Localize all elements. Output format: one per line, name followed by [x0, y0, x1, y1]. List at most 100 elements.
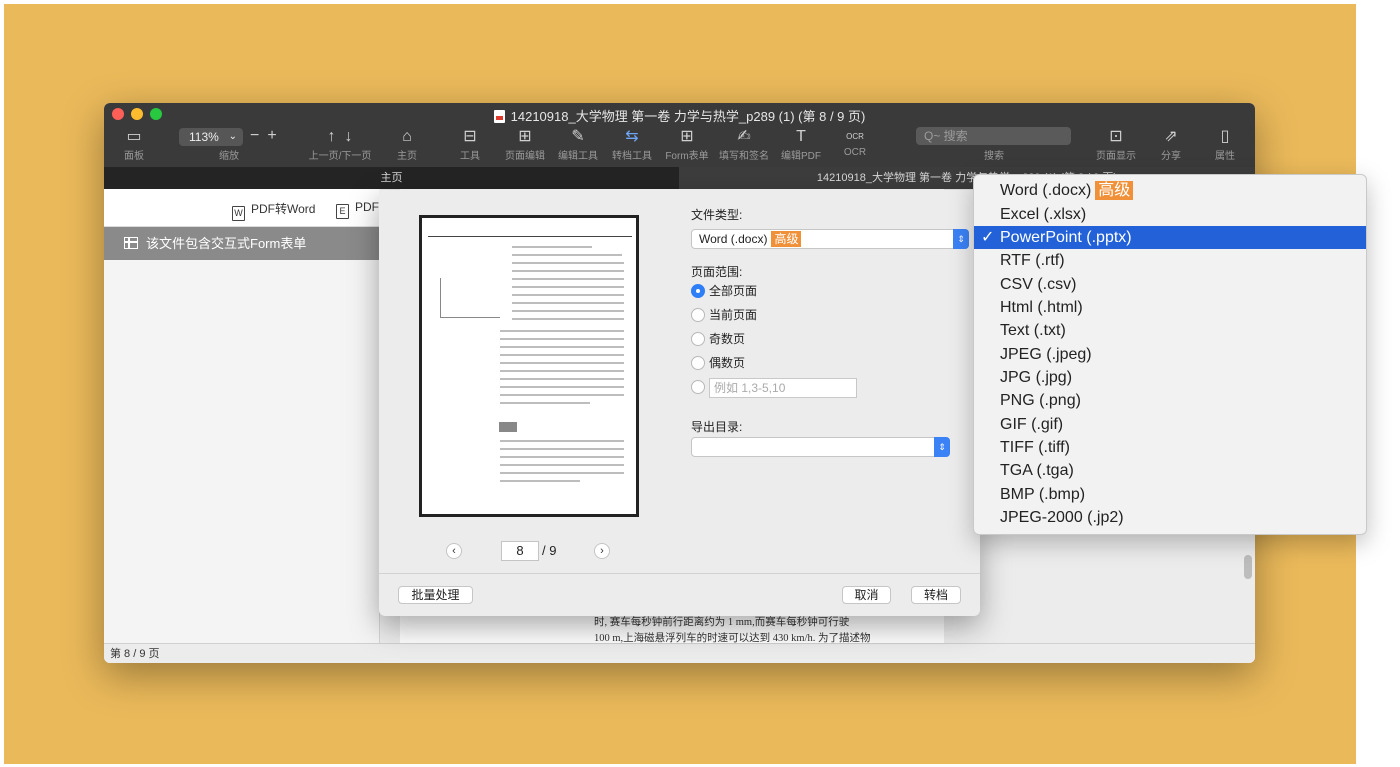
range-odd-pages[interactable]: 奇数页 [691, 330, 745, 347]
table-icon: ⊞ [680, 128, 694, 145]
excel-file-icon: E [336, 204, 349, 219]
radio-selected-icon [691, 284, 705, 298]
home-icon: ⌂ [402, 128, 412, 145]
option-label: CSV (.csv) [1000, 276, 1077, 293]
properties-button[interactable]: ▯ 属性 [1210, 127, 1240, 162]
batch-process-button[interactable]: 批量处理 [398, 586, 473, 604]
edit-pdf-button[interactable]: T 编辑PDF [778, 127, 824, 162]
range-option-label: 偶数页 [709, 356, 746, 370]
range-even-pages[interactable]: 偶数页 [691, 354, 745, 371]
tab-home[interactable]: 主页 [104, 167, 679, 189]
dropdown-option-bmp[interactable]: BMP (.bmp) [974, 483, 1366, 506]
export-dir-select[interactable]: ⇕ [691, 437, 950, 457]
export-dir-label: 导出目录: [691, 420, 743, 434]
properties-panel-icon: ▯ [1220, 128, 1230, 145]
edit-tools-button[interactable]: ✎ 编辑工具 [556, 127, 600, 162]
page-edit-button[interactable]: ⊞ 页面编辑 [503, 127, 547, 162]
zoom-in-button[interactable]: + [267, 127, 284, 144]
properties-label: 属性 [1215, 151, 1235, 162]
file-type-select[interactable]: Word (.docx) 高级 ⇕ [691, 229, 969, 249]
cancel-button[interactable]: 取消 [842, 586, 891, 604]
thumb-text [512, 294, 624, 296]
page-info: 第 8 / 9 页 [110, 648, 160, 660]
dropdown-option-jpeg2000[interactable]: JPEG-2000 (.jp2) [974, 506, 1366, 529]
option-label: GIF (.gif) [1000, 416, 1064, 433]
dropdown-option-gif[interactable]: GIF (.gif) [974, 413, 1366, 436]
zoom-select[interactable]: 113% ⌄ [179, 128, 243, 146]
edit-tools-label: 编辑工具 [558, 151, 598, 162]
thumb-text [500, 394, 624, 396]
thumb-text [500, 330, 624, 332]
option-label: Html (.html) [1000, 299, 1083, 316]
fill-sign-button[interactable]: ✍ 填写和签名 [716, 127, 772, 162]
option-label: Word (.docx) [1000, 182, 1092, 199]
thumb-text [512, 278, 624, 280]
prev-next-page-button[interactable]: ↑ ↓ 上一页/下一页 [304, 127, 376, 162]
page-display-button[interactable]: ⊡ 页面显示 [1094, 127, 1138, 162]
option-label: Excel (.xlsx) [1000, 206, 1087, 223]
dropdown-option-rtf[interactable]: RTF (.rtf) [974, 249, 1366, 272]
share-label: 分享 [1161, 151, 1181, 162]
file-type-value: Word (.docx) [699, 232, 768, 246]
range-all-pages[interactable]: 全部页面 [691, 282, 757, 299]
pdf-to-word-label: PDF转Word [251, 202, 316, 216]
pdf-to-word-button[interactable]: W PDF转Word [232, 200, 315, 221]
dropdown-option-jpeg[interactable]: JPEG (.jpeg) [974, 343, 1366, 366]
zoom-out-button[interactable]: − [250, 127, 267, 144]
search-input[interactable]: Q~ 搜索 [916, 127, 1071, 145]
thumb-text [500, 338, 624, 340]
file-type-dropdown: Word (.docx) 高级 Excel (.xlsx) ✓ PowerPoint… [973, 174, 1367, 535]
thumb-text [500, 448, 624, 450]
prev-page-button[interactable]: ‹ [446, 543, 462, 559]
radio-icon [691, 356, 705, 370]
option-label: TGA (.tga) [1000, 462, 1074, 479]
dropdown-option-powerpoint[interactable]: ✓ PowerPoint (.pptx) [974, 226, 1366, 249]
dropdown-option-jpg[interactable]: JPG (.jpg) [974, 366, 1366, 389]
page-display-label: 页面显示 [1096, 151, 1136, 162]
dropdown-option-tga[interactable]: TGA (.tga) [974, 459, 1366, 482]
premium-badge: 高级 [771, 231, 802, 247]
thumb-section-marker [499, 422, 517, 432]
dropdown-option-text[interactable]: Text (.txt) [974, 319, 1366, 342]
dropdown-option-csv[interactable]: CSV (.csv) [974, 273, 1366, 296]
range-custom[interactable] [691, 380, 709, 394]
custom-range-input[interactable]: 例如 1,3-5,10 [709, 378, 857, 398]
page-edit-label: 页面编辑 [505, 151, 545, 162]
thumb-text [512, 254, 622, 256]
panel-label: 面板 [124, 151, 144, 162]
vertical-scrollbar[interactable] [1244, 555, 1252, 579]
pdf-to-excel-button[interactable]: E PDF [336, 200, 379, 219]
window-title-text: 14210918_大学物理 第一卷 力学与热学_p289 (1) (第 8 / … [510, 109, 866, 124]
dropdown-option-tiff[interactable]: TIFF (.tiff) [974, 436, 1366, 459]
home-button[interactable]: ⌂ 主页 [391, 127, 423, 162]
dropdown-option-excel[interactable]: Excel (.xlsx) [974, 203, 1366, 226]
page-number-input[interactable]: 8 [501, 541, 539, 561]
convert-tools-button[interactable]: ⇆ 转档工具 [610, 127, 654, 162]
dropdown-option-png[interactable]: PNG (.png) [974, 389, 1366, 412]
thumb-text [512, 246, 592, 248]
sidebar: W PDF转Word E PDF 该文件包含交互式Form表单 [104, 189, 380, 647]
thumb-text [500, 346, 624, 348]
thumb-text [512, 286, 624, 288]
panel-button[interactable]: ▭ 面板 [112, 127, 156, 162]
dropdown-option-html[interactable]: Html (.html) [974, 296, 1366, 319]
tools-button[interactable]: ⊟ 工具 [454, 127, 486, 162]
page-display-icon: ⊡ [1109, 128, 1123, 145]
convert-dialog: ‹ 8 / 9 › 文件类型: Word (.docx) 高级 ⇕ 页面范围: 全… [379, 190, 980, 616]
thumb-text [512, 318, 624, 320]
convert-button[interactable]: 转档 [911, 586, 961, 604]
dropdown-option-word[interactable]: Word (.docx) 高级 [974, 179, 1366, 202]
next-page-button[interactable]: › [594, 543, 610, 559]
range-current-page[interactable]: 当前页面 [691, 306, 757, 323]
form-notice-banner[interactable]: 该文件包含交互式Form表单 [104, 227, 380, 260]
thumb-text [500, 402, 590, 404]
ocr-button[interactable]: OCR OCR [840, 127, 870, 158]
pdf-to-excel-label: PDF [355, 200, 379, 214]
edit-pdf-label: 编辑PDF [781, 151, 821, 162]
word-file-icon: W [232, 206, 245, 221]
page-total: / 9 [542, 543, 557, 558]
form-button[interactable]: ⊞ Form表单 [662, 127, 712, 162]
thumb-text [500, 456, 624, 458]
share-button[interactable]: ⇗ 分享 [1156, 127, 1186, 162]
tools-label: 工具 [460, 151, 480, 162]
